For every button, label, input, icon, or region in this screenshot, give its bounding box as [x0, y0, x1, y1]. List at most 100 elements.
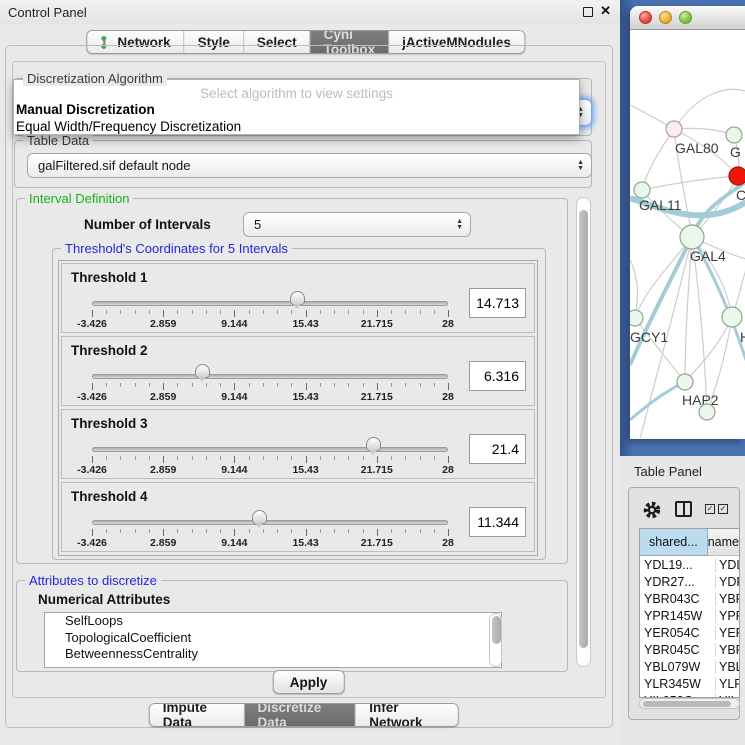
control-panel-titlebar: Control Panel — [0, 0, 620, 24]
cell-shared-name: YBR045C — [640, 643, 716, 657]
network-node-label: GAL80 — [675, 140, 719, 156]
tab-impute-data[interactable]: Impute Data — [150, 704, 245, 726]
threshold-value-field[interactable] — [469, 507, 526, 537]
attributes-group-title: Attributes to discretize — [25, 573, 161, 588]
table-hscrollbar-thumb[interactable] — [643, 701, 731, 708]
column-header-name[interactable]: name — [708, 529, 739, 556]
table-row[interactable]: YER054CYER0 — [640, 624, 739, 641]
attribute-list-item[interactable]: BetweennessCentrality — [45, 646, 501, 663]
cell-name: YBR0 — [716, 643, 739, 657]
slider-tick-labels: -3.4262.8599.14415.4321.71528 — [92, 318, 448, 330]
threshold-value-field[interactable] — [469, 288, 526, 318]
float-window-icon[interactable] — [583, 7, 593, 17]
numerical-attributes-list[interactable]: SelfLoopsTopologicalCoefficientBetweenne… — [44, 612, 502, 668]
table-row[interactable]: YPR145WYPR1 — [640, 607, 739, 624]
apply-button-label: Apply — [290, 675, 328, 690]
network-edge[interactable] — [674, 89, 745, 129]
close-traffic-light-icon[interactable] — [639, 11, 652, 24]
network-node-gal4[interactable] — [680, 225, 704, 249]
table-row[interactable]: YDL19...YDL1 — [640, 556, 739, 573]
checkbox-icon[interactable] — [705, 504, 715, 514]
network-node-gal80[interactable] — [666, 121, 682, 137]
network-node-gal11[interactable] — [634, 182, 650, 198]
algorithm-popup-item[interactable]: Manual Discretization — [16, 101, 577, 118]
gear-icon[interactable] — [642, 500, 662, 520]
network-node-hap2[interactable] — [677, 374, 693, 390]
network-node-c[interactable] — [729, 167, 745, 185]
network-edge[interactable] — [642, 176, 738, 190]
network-node-label: G — [730, 144, 741, 160]
column-checkboxes-icon[interactable] — [705, 504, 728, 514]
threshold-slider-handle[interactable] — [252, 510, 267, 524]
threshold-slider-track[interactable] — [92, 301, 448, 306]
threshold-slider-handle[interactable] — [195, 364, 210, 378]
attributes-scrollbar-thumb[interactable] — [492, 616, 501, 644]
network-node[interactable] — [699, 404, 715, 420]
slider-ticks — [92, 529, 448, 537]
network-node-g[interactable] — [726, 127, 742, 143]
column-header-shared-name[interactable]: shared... — [640, 529, 708, 556]
close-icon[interactable] — [600, 3, 611, 19]
split-columns-icon[interactable] — [675, 501, 692, 517]
threshold-slider-track[interactable] — [92, 520, 448, 525]
threshold-value-field[interactable] — [469, 434, 526, 464]
attribute-list-item[interactable]: TopologicalCoefficient — [45, 630, 501, 647]
table-header-row: shared... name — [640, 529, 739, 556]
table-row[interactable]: YBL079WYBL0 — [640, 658, 739, 675]
tab-label: Infer Network — [369, 703, 445, 727]
network-node-gcy1[interactable] — [630, 310, 643, 326]
network-edge-thick[interactable] — [630, 382, 685, 420]
cell-name: YDR2 — [716, 575, 739, 589]
cell-shared-name: YPR145W — [640, 609, 716, 623]
threshold-slider-handle[interactable] — [366, 437, 381, 451]
cell-name: YBR0 — [716, 592, 739, 606]
table-row[interactable]: YLR345WYLR3 — [640, 675, 739, 692]
tab-discretize-data[interactable]: Discretize Data — [244, 704, 356, 726]
num-intervals-combobox[interactable]: 5 — [243, 212, 471, 237]
tab-infer-network[interactable]: Infer Network — [356, 704, 458, 726]
attribute-list-item[interactable]: SelfLoops — [45, 613, 501, 630]
network-window-titlebar[interactable] — [630, 6, 745, 30]
panel-scrollbar-thumb[interactable] — [579, 210, 588, 648]
algorithm-popup-hint: Select algorithm to view settings — [14, 86, 579, 101]
network-edge[interactable] — [642, 129, 674, 190]
attributes-list-scrollbar[interactable] — [489, 613, 502, 667]
network-node-h[interactable] — [722, 307, 742, 327]
network-edge[interactable] — [635, 318, 685, 382]
minimize-traffic-light-icon[interactable] — [659, 11, 672, 24]
table-row[interactable]: YDR27...YDR2 — [640, 573, 739, 590]
cell-shared-name: YBR043C — [640, 592, 716, 606]
threshold-slider-track[interactable] — [92, 374, 448, 379]
table-window: shared... name YDL19...YDL1YDR27...YDR2Y… — [628, 487, 740, 720]
network-edge[interactable] — [630, 260, 637, 318]
table-horizontal-scrollbar[interactable] — [639, 698, 740, 709]
network-canvas[interactable]: GAL80GCGAL11GAL4GCY1HHAP2 — [630, 30, 745, 438]
slider-ticks — [92, 456, 448, 464]
network-node-label: C — [736, 187, 745, 203]
algorithm-popup-item[interactable]: Equal Width/Frequency Discretization — [16, 118, 577, 135]
threshold-value-field[interactable] — [469, 361, 526, 391]
thresholds-group-title: Threshold's Coordinates for 5 Intervals — [61, 241, 292, 256]
zoom-traffic-light-icon[interactable] — [679, 11, 692, 24]
node-attribute-table[interactable]: shared... name YDL19...YDL1YDR27...YDR2Y… — [639, 528, 740, 698]
cell-shared-name: YDR27... — [640, 575, 716, 589]
table-row[interactable]: YBR045CYBR0 — [640, 641, 739, 658]
cell-name: YDL1 — [716, 558, 739, 572]
table-panel-title: Table Panel — [634, 464, 702, 479]
apply-button[interactable]: Apply — [273, 670, 345, 694]
cell-shared-name: YLR345W — [640, 677, 716, 691]
table-row[interactable]: YBR043CYBR0 — [640, 590, 739, 607]
checkbox-icon[interactable] — [718, 504, 728, 514]
network-view-window[interactable]: GAL80GCGAL11GAL4GCY1HHAP2 — [630, 6, 745, 439]
network-edge[interactable] — [635, 237, 692, 318]
threshold-slider-handle[interactable] — [290, 291, 305, 305]
table-data-combobox[interactable]: galFiltered.sif default node — [27, 153, 592, 178]
cell-shared-name: YER054C — [640, 626, 716, 640]
control-panel-window: Control Panel NetworkStyleSelectCyni Too… — [0, 0, 620, 745]
threshold-slider-track[interactable] — [92, 447, 448, 452]
network-edge-thick[interactable] — [630, 237, 692, 365]
cell-name: YER0 — [716, 626, 739, 640]
threshold-block-2: Threshold 2-3.4262.8599.14415.4321.71528 — [61, 336, 535, 406]
network-edge[interactable] — [685, 317, 732, 382]
panel-scrollbar[interactable] — [576, 197, 591, 667]
